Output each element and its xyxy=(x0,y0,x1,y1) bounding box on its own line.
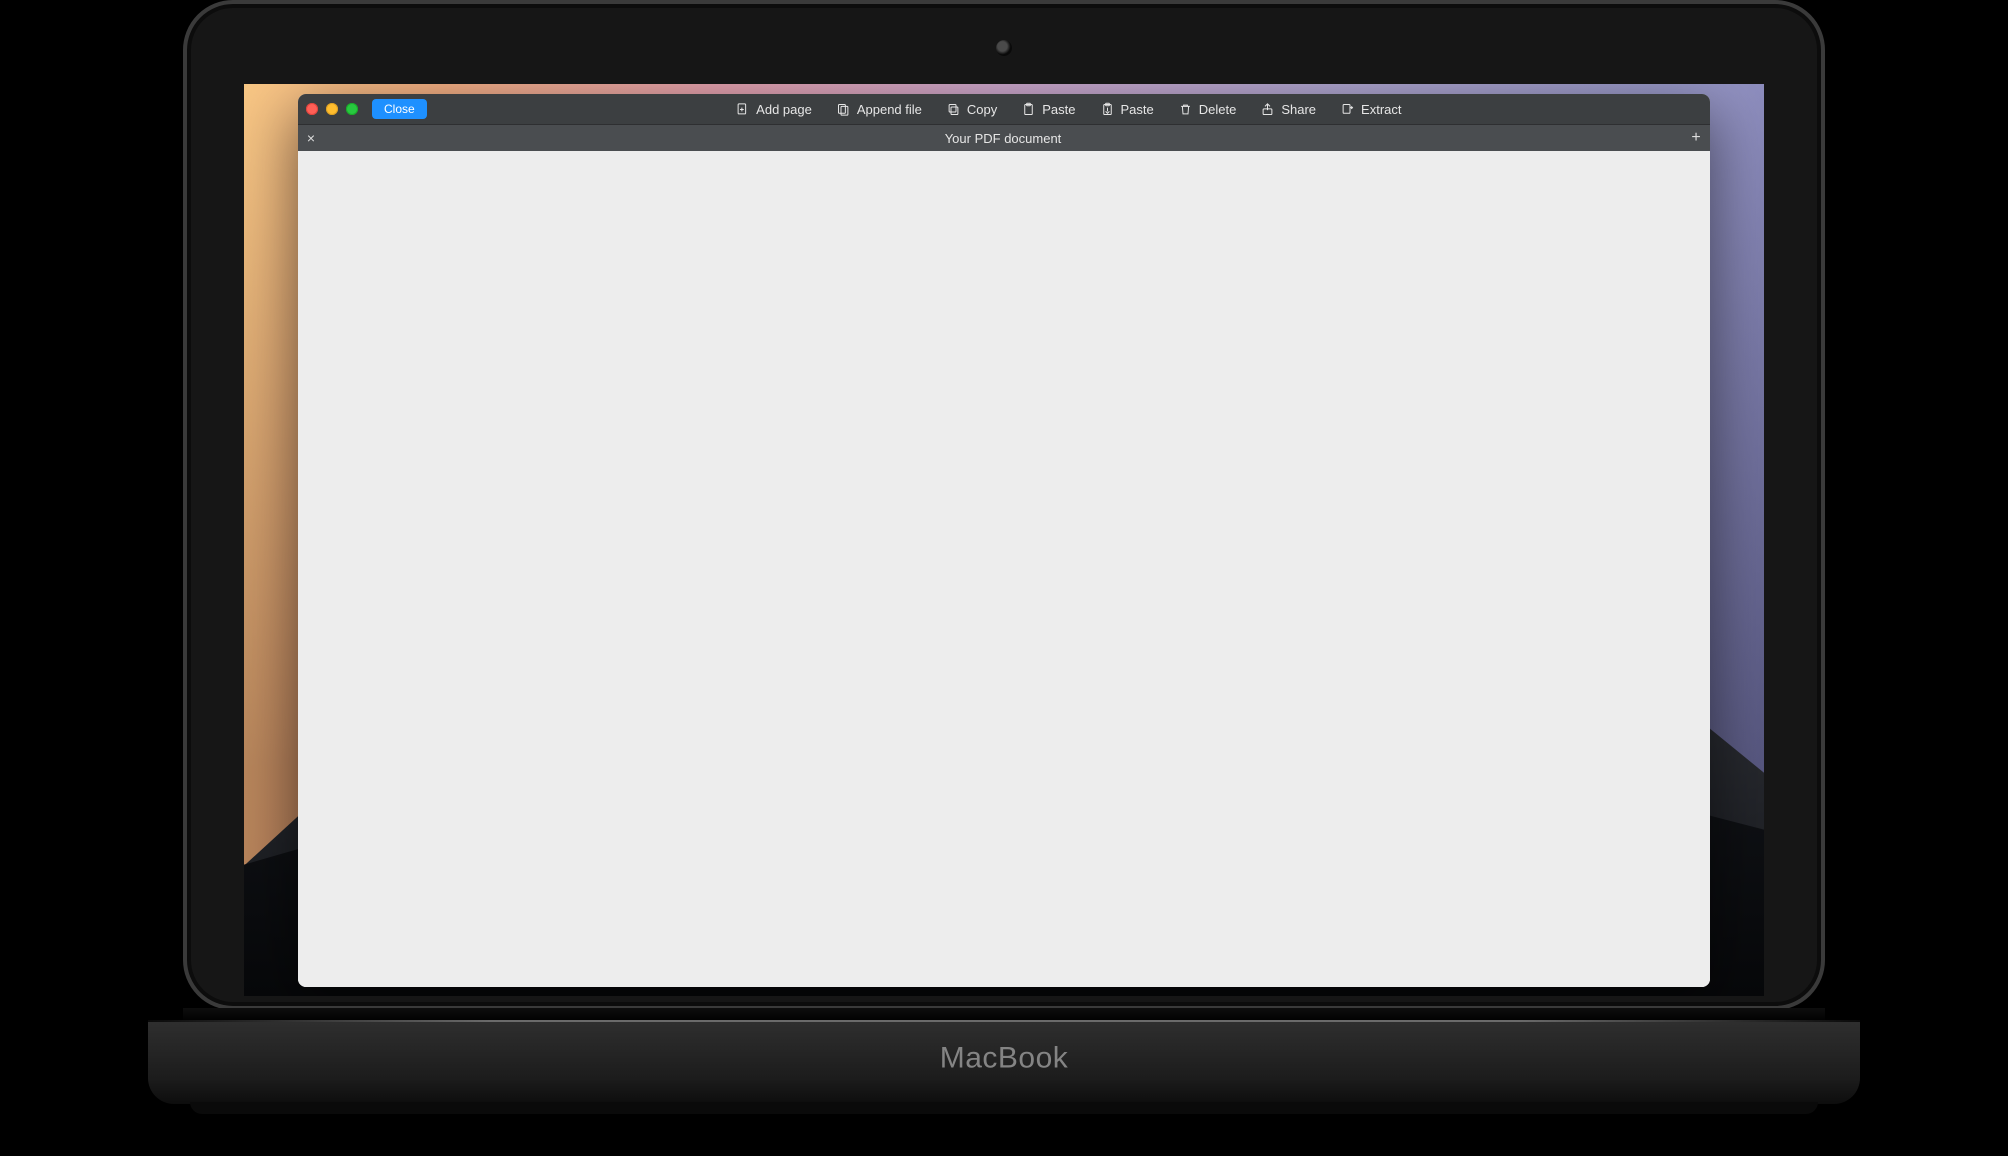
append-file-button[interactable]: Append file xyxy=(836,102,922,117)
toolbar-label: Extract xyxy=(1361,102,1401,117)
tab-bar: × Your PDF document + xyxy=(298,124,1710,151)
toolbar-label: Add page xyxy=(756,102,812,117)
copy-icon xyxy=(946,102,961,117)
window-minimize-icon[interactable] xyxy=(326,103,338,115)
append-file-icon xyxy=(836,102,851,117)
extract-icon xyxy=(1340,102,1355,117)
macbook-mockup: Close Add page xyxy=(0,0,2008,1156)
window-zoom-icon[interactable] xyxy=(346,103,358,115)
close-button[interactable]: Close xyxy=(372,99,427,119)
delete-button[interactable]: Delete xyxy=(1178,102,1237,117)
paste-alt-button[interactable]: Paste xyxy=(1100,102,1154,117)
tab-title: Your PDF document xyxy=(324,131,1682,146)
toolbar-label: Delete xyxy=(1199,102,1237,117)
copy-button[interactable]: Copy xyxy=(946,102,997,117)
add-page-icon xyxy=(735,102,750,117)
paste-icon xyxy=(1021,102,1036,117)
document-area[interactable] xyxy=(298,151,1710,987)
laptop-lid: Close Add page xyxy=(183,0,1825,1010)
app-toolbar: Close Add page xyxy=(298,94,1710,124)
extract-button[interactable]: Extract xyxy=(1340,102,1401,117)
pdf-app-window: Close Add page xyxy=(298,94,1710,987)
share-button[interactable]: Share xyxy=(1260,102,1316,117)
trash-icon xyxy=(1178,102,1193,117)
toolbar-label: Append file xyxy=(857,102,922,117)
toolbar-actions: Add page Append file xyxy=(435,102,1702,117)
laptop-screen: Close Add page xyxy=(244,84,1764,996)
laptop-brand-label: MacBook xyxy=(940,1042,1069,1076)
webcam-icon xyxy=(996,40,1012,56)
share-icon xyxy=(1260,102,1275,117)
tab-close-button[interactable]: × xyxy=(298,125,324,151)
toolbar-label: Paste xyxy=(1042,102,1075,117)
toolbar-label: Paste xyxy=(1121,102,1154,117)
laptop-deck: MacBook xyxy=(148,1020,1860,1104)
paste-alt-icon xyxy=(1100,102,1115,117)
laptop-foot xyxy=(190,1102,1818,1114)
toolbar-label: Share xyxy=(1281,102,1316,117)
new-tab-button[interactable]: + xyxy=(1682,125,1710,151)
window-close-icon[interactable] xyxy=(306,103,318,115)
paste-button[interactable]: Paste xyxy=(1021,102,1075,117)
window-traffic-lights xyxy=(306,103,358,115)
add-page-button[interactable]: Add page xyxy=(735,102,812,117)
toolbar-label: Copy xyxy=(967,102,997,117)
